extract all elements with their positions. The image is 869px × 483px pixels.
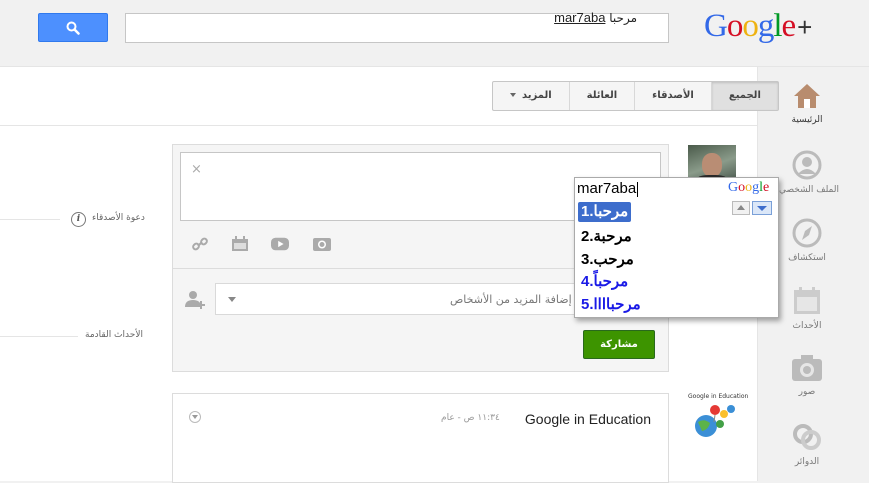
transliteration-input-text: mar7aba	[577, 180, 637, 197]
compose-text-latin: mar7aba	[554, 10, 606, 25]
add-person-icon[interactable]	[184, 288, 206, 310]
google-plus-logo[interactable]: Google+	[704, 8, 812, 48]
photo-icon[interactable]	[313, 236, 331, 252]
post-card	[172, 393, 669, 483]
link-icon[interactable]	[191, 236, 209, 252]
camera-icon	[792, 355, 822, 381]
nav-label: الأحداث	[792, 321, 822, 331]
suggestion-item[interactable]: 4.مرحباً	[578, 272, 631, 292]
nav-explore[interactable]: استكشاف	[779, 218, 835, 263]
divider	[0, 219, 60, 220]
divider	[0, 336, 78, 337]
video-icon[interactable]	[271, 236, 289, 252]
profile-icon	[792, 150, 822, 180]
post-author[interactable]: Google in Education	[525, 411, 651, 427]
compass-icon	[792, 218, 822, 248]
nav-profile[interactable]: الملف الشخصي	[779, 150, 839, 195]
info-icon[interactable]: i	[71, 212, 86, 227]
logo-plus: +	[797, 12, 812, 42]
logo-word: Google	[704, 8, 796, 44]
post-meta: ١١:٣٤ ص - عام	[441, 413, 500, 423]
nav-label: الدوائر	[794, 457, 820, 467]
nav-label: استكشاف	[788, 253, 826, 263]
compose-text-arabic: مرحبا	[609, 11, 637, 25]
nav-photos[interactable]: صور	[779, 354, 835, 397]
calendar-icon	[794, 287, 820, 314]
tab-more[interactable]: المزيد	[493, 82, 569, 110]
nav-home[interactable]: الرئيسية	[779, 82, 835, 125]
tab-label: الجميع	[728, 90, 761, 101]
tab-label: المزيد	[522, 90, 552, 101]
suggestion-item[interactable]: 3.مرحب	[578, 250, 637, 270]
stream-filter-tabs: الجميع الأصدقاء العائلة المزيد	[492, 81, 779, 111]
nav-label: صور	[798, 387, 816, 397]
close-icon[interactable]: ×	[191, 162, 202, 177]
event-icon[interactable]	[231, 236, 249, 252]
suggestion-item[interactable]: 5.مرحباااا	[578, 295, 644, 315]
nav-circles[interactable]: الدوائر	[779, 422, 835, 467]
tab-friends[interactable]: الأصدقاء	[634, 82, 711, 110]
post-menu-chevron-icon[interactable]	[189, 411, 201, 423]
invite-friends-label[interactable]: دعوة الأصدقاء	[92, 213, 145, 223]
google-logo: Google	[728, 180, 770, 195]
nav-events[interactable]: الأحداث	[779, 286, 835, 331]
search-icon	[66, 21, 80, 35]
chevron-up-icon[interactable]	[732, 201, 750, 215]
tab-family[interactable]: العائلة	[568, 82, 634, 110]
home-icon	[794, 84, 820, 108]
tab-label: الأصدقاء	[652, 90, 694, 101]
transliteration-input[interactable]: mar7aba	[577, 180, 639, 197]
suggestion-item[interactable]: 2.مرحبة	[578, 227, 635, 247]
add-people-placeholder: + إضافة المزيد من الأشخاص	[450, 293, 585, 306]
share-button[interactable]: مشاركة	[583, 330, 655, 359]
compose-text: مرحبا mar7aba	[554, 10, 637, 25]
tab-label: العائلة	[586, 90, 618, 101]
chevron-down-icon[interactable]	[228, 297, 236, 302]
search-button[interactable]	[38, 13, 108, 42]
chevron-down-icon	[510, 93, 516, 97]
circles-icon	[793, 424, 821, 450]
upcoming-events-label: الأحداث القادمة	[85, 330, 143, 340]
avatar[interactable]	[688, 392, 738, 442]
nav-label: الرئيسية	[791, 115, 823, 125]
suggestion-item[interactable]: 1.مرحبا	[578, 202, 632, 222]
divider	[0, 125, 757, 126]
tab-all[interactable]: الجميع	[710, 82, 778, 110]
nav-label: الملف الشخصي	[779, 185, 839, 195]
chevron-down-icon[interactable]	[752, 201, 772, 215]
